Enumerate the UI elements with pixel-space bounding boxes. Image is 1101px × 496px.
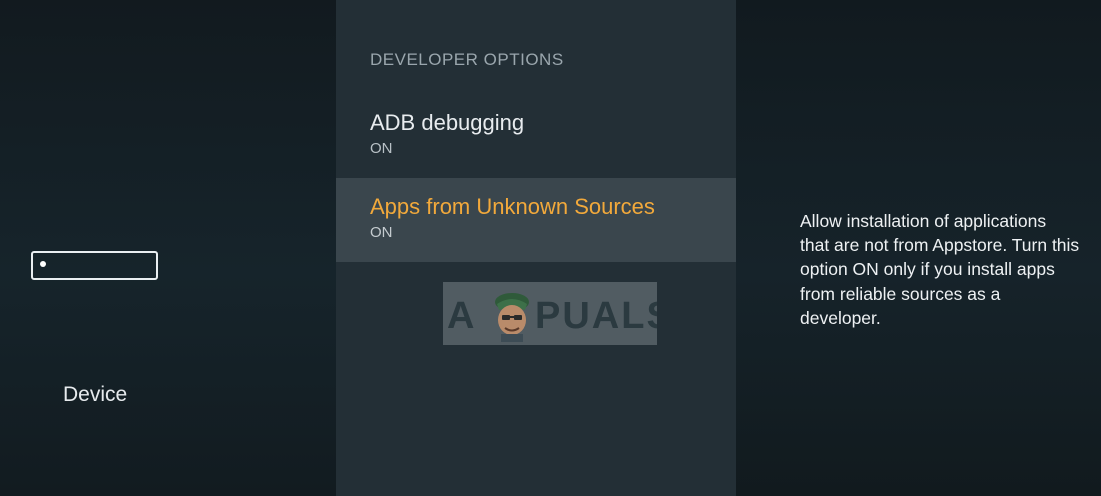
developer-options-menu: DEVELOPER OPTIONS ADB debugging ON Apps … (336, 0, 736, 496)
svg-text:PUALS: PUALS (535, 295, 657, 337)
appuals-logo-icon: A PUALS (447, 293, 657, 342)
category-label[interactable]: Device (63, 383, 127, 407)
menu-item-apps-unknown-sources[interactable]: Apps from Unknown Sources ON (336, 178, 736, 262)
fire-tv-device-icon (31, 251, 158, 280)
device-led-dot (40, 261, 46, 267)
category-pane: Device (0, 0, 336, 496)
fire-tv-settings-screen: Device DEVELOPER OPTIONS ADB debugging O… (0, 0, 1101, 496)
option-description: Allow installation of applications that … (800, 211, 1080, 328)
menu-item-value: ON (370, 140, 393, 157)
svg-text:A: A (447, 295, 474, 337)
menu-item-adb-debugging[interactable]: ADB debugging ON (336, 94, 736, 178)
appuals-watermark: A PUALS (443, 282, 657, 345)
section-header: DEVELOPER OPTIONS (370, 50, 564, 69)
description-pane: Allow installation of applications that … (736, 0, 1101, 496)
menu-item-title: ADB debugging (370, 110, 525, 135)
menu-item-title: Apps from Unknown Sources (370, 194, 655, 219)
menu-item-value: ON (370, 224, 393, 241)
